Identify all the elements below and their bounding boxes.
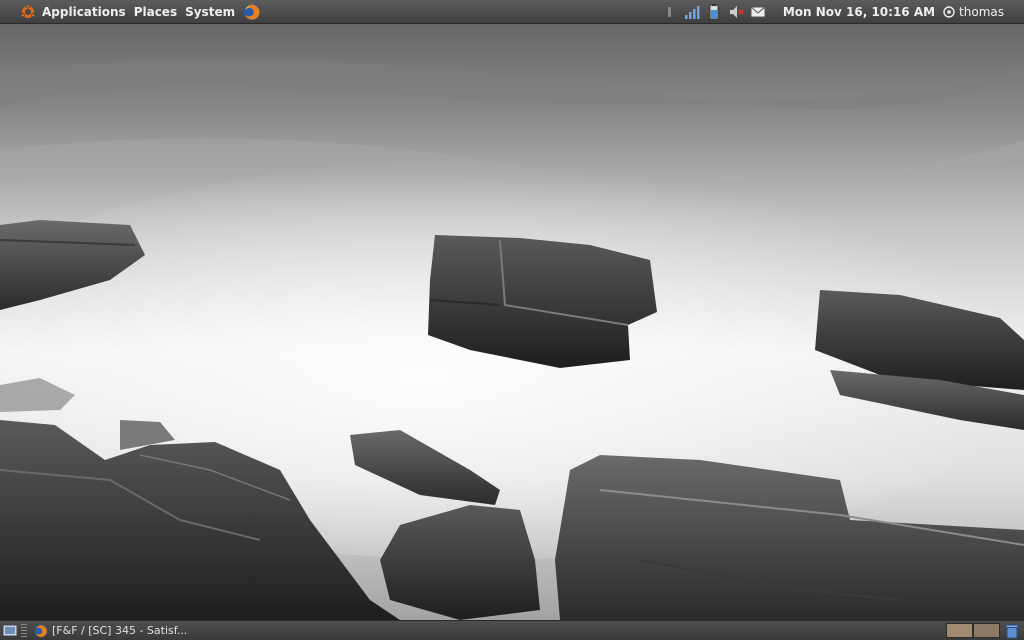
bottom-panel: [F&F / [SC] 345 - Satisf... [0, 620, 1024, 640]
workspace-switcher[interactable] [946, 622, 1000, 639]
show-desktop-icon[interactable] [2, 623, 18, 639]
keyboard-layout-icon[interactable] [662, 4, 678, 20]
trash-icon[interactable] [1004, 623, 1020, 639]
top-panel: Applications Places System Mon Nov 16, 1… [0, 0, 1024, 24]
clock[interactable]: Mon Nov 16, 10:16 AM [769, 0, 943, 24]
applications-menu[interactable]: Applications [38, 0, 130, 24]
places-menu[interactable]: Places [130, 0, 181, 24]
firefox-icon [34, 624, 48, 637]
taskbar-item-label: [F&F / [SC] 345 - Satisf... [52, 624, 188, 637]
battery-icon[interactable] [706, 3, 722, 20]
volume-muted-icon[interactable] [728, 4, 744, 20]
workspace-2[interactable] [973, 622, 1000, 638]
ubuntu-logo-icon [20, 3, 36, 18]
user-name: thomas [959, 4, 1004, 19]
network-signal-icon[interactable] [684, 4, 700, 20]
panel-handle[interactable] [21, 623, 27, 638]
taskbar-item[interactable]: [F&F / [SC] 345 - Satisf... [30, 622, 188, 640]
system-menu[interactable]: System [181, 0, 239, 24]
user-icon [943, 5, 955, 18]
workspace-1[interactable] [946, 622, 973, 638]
mail-icon[interactable] [750, 4, 766, 20]
user-menu[interactable]: thomas [943, 5, 1024, 19]
firefox-icon[interactable] [243, 3, 261, 21]
desktop-wallpaper [0, 0, 1024, 640]
notification-area: Mon Nov 16, 10:16 AM thomas [659, 0, 1024, 24]
menu-bar: Applications Places System [0, 0, 261, 24]
